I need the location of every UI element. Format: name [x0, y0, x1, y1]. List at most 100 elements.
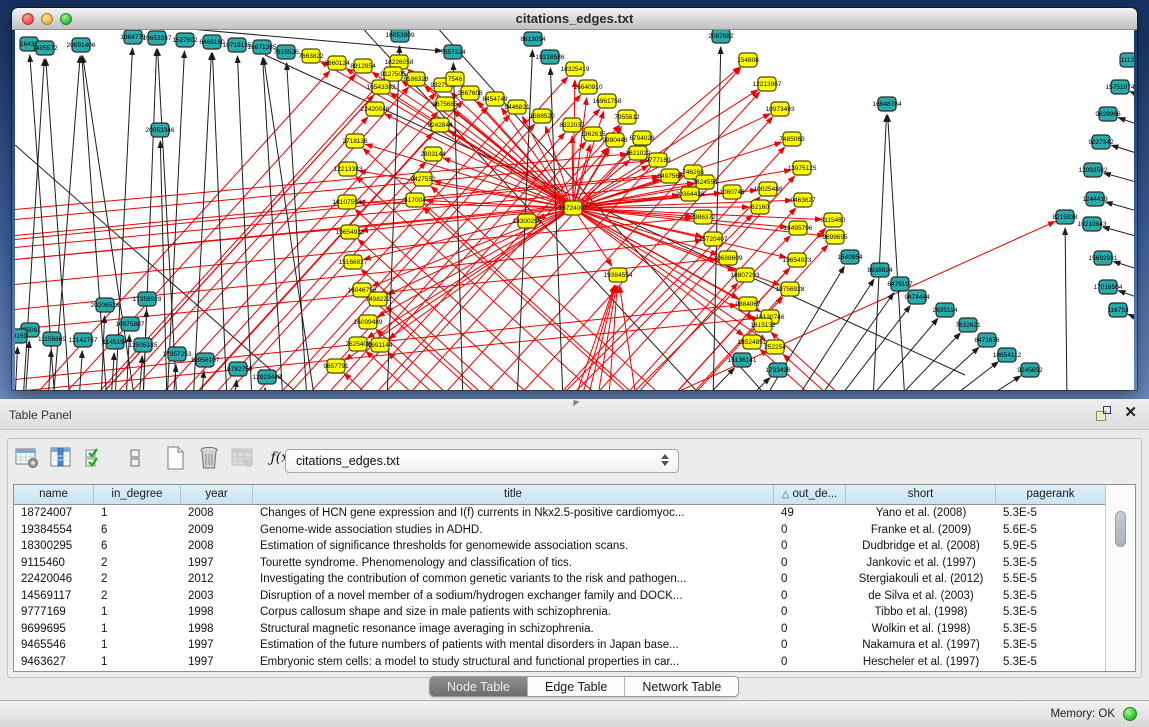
graph-node-label: 10025488 [754, 186, 783, 193]
graph-node-label: 10973493 [766, 106, 795, 113]
graph-edge [46, 350, 51, 390]
graph-node-label: 9777169 [645, 157, 671, 164]
table-row[interactable]: 911546021997Tourette syndrome. Phenomeno… [14, 555, 1135, 572]
table-row[interactable]: 969969511998Structural magnetic resonanc… [14, 621, 1135, 638]
splitter-resize-icon[interactable] [570, 398, 579, 407]
tab-node-table[interactable]: Node Table [430, 677, 527, 696]
column-header-title[interactable]: title [253, 485, 774, 505]
graph-node-label: 11124 [1120, 57, 1134, 64]
table-cell: 1 [94, 654, 181, 671]
table-cell: Changes of HCN gene expression and I(f) … [253, 505, 774, 522]
new-table-icon[interactable] [161, 445, 188, 471]
graph-node-label: 1527602 [172, 37, 198, 44]
window-titlebar[interactable]: citations_edges.txt [12, 8, 1137, 30]
table-row[interactable]: 1456911722003Disruption of a novel membe… [14, 588, 1135, 605]
column-header-name[interactable]: name [14, 485, 94, 505]
graph-node-label: 1691144 [368, 342, 393, 349]
table-row[interactable]: 946554611997Estimation of the future num… [14, 637, 1135, 654]
graph-node-label: 10688609 [714, 255, 743, 262]
citation-network-graph[interactable]: 1643614055722089140618847791065328715276… [15, 30, 1134, 390]
graph-node-label: 2718126 [342, 138, 368, 145]
column-header-pagerank[interactable]: pagerank [996, 485, 1106, 505]
table-row[interactable]: 1872400712008Changes of HCN gene express… [14, 505, 1135, 522]
table-cell: 0 [774, 588, 846, 605]
graph-edge [264, 58, 339, 390]
table-settings-icon[interactable] [13, 445, 40, 471]
graph-edge [1103, 227, 1134, 253]
table-cell: 5.3E-5 [996, 505, 1106, 522]
graph-node-label: 39159 [15, 333, 27, 340]
table-row[interactable]: 1830029562008Estimation of significance … [14, 538, 1135, 555]
graph-edge [35, 101, 463, 390]
table-cell: 2 [94, 571, 181, 588]
node-attribute-table[interactable]: namein_degreeyeartitle△out_de...shortpag… [13, 484, 1136, 672]
table-row[interactable]: 1938455462009Genome-wide association stu… [14, 522, 1135, 539]
column-header-short[interactable]: short [846, 485, 996, 505]
graph-node-label: 7546 [448, 76, 463, 83]
table-cell: Embryonic stem cells: a model to study s… [253, 654, 774, 671]
graph-node-label: 16543382 [367, 84, 396, 91]
memory-ok-indicator [1123, 707, 1137, 721]
table-cell: 1997 [181, 637, 253, 654]
table-column-mode-icon[interactable] [47, 445, 74, 471]
graph-node-label: 6794028 [629, 135, 655, 142]
scrollbar-thumb[interactable] [1115, 511, 1126, 547]
table-type-tabs: Node TableEdge TableNetwork Table [429, 676, 739, 697]
graph-node-label: 18495796 [784, 225, 813, 232]
graph-node-label: 1733426 [765, 367, 791, 374]
table-cell: 1997 [181, 654, 253, 671]
select-rows-icon[interactable] [81, 445, 108, 471]
table-toolbar: ƒ(x) [13, 443, 303, 473]
graph-node-label: 18300295 [513, 218, 542, 225]
table-cell: 5.3E-5 [996, 604, 1106, 621]
graph-node-label: 19654923 [783, 257, 812, 264]
graph-node-label: 8471676 [974, 337, 1000, 344]
table-row[interactable]: 946362711997Embryonic stem cells: a mode… [14, 654, 1135, 671]
table-cell: 0 [774, 637, 846, 654]
table-cell: 1998 [181, 604, 253, 621]
graph-node-label: 1145194 [103, 339, 128, 346]
row-height-icon[interactable] [121, 445, 148, 471]
table-cell: Estimation of the future numbers of pati… [253, 637, 774, 654]
graph-node-label: 7632621 [955, 322, 981, 329]
vertical-scrollbar[interactable] [1105, 485, 1135, 671]
graph-node-label: 2803144 [420, 151, 446, 158]
graph-node-label: 18226058 [385, 59, 414, 66]
table-selector-dropdown[interactable]: citations_edges.txt [285, 449, 679, 473]
column-header-in_degree[interactable]: in_degree [94, 485, 181, 505]
table-cell: Disruption of a novel member of a sodium… [253, 588, 774, 605]
table-cell: Investigating the contribution of common… [253, 571, 774, 588]
tab-network-table[interactable]: Network Table [624, 677, 738, 696]
graph-node-label: 16961758 [593, 98, 622, 105]
graph-node-label: 20891406 [67, 42, 96, 49]
network-view-window[interactable]: citations_edges.txt 16436140557220891406… [12, 8, 1137, 390]
graph-edge [888, 115, 913, 390]
table-cell: 2003 [181, 588, 253, 605]
float-panel-icon[interactable] [1096, 405, 1112, 421]
table-cell: 2008 [181, 505, 253, 522]
tab-edge-table[interactable]: Edge Table [527, 677, 624, 696]
table-cell: 18724007 [14, 505, 94, 522]
import-table-icon[interactable] [229, 445, 256, 471]
table-row[interactable]: 977716911998Corpus callosum shape and si… [14, 604, 1135, 621]
table-row[interactable]: 2242004622012Investigating the contribut… [14, 571, 1135, 588]
column-header-year[interactable]: year [181, 485, 253, 505]
graph-node-label: 15692931 [1089, 255, 1118, 262]
close-panel-icon[interactable]: ✕ [1124, 405, 1137, 421]
network-canvas[interactable]: 1643614055722089140618847791065328715276… [15, 30, 1134, 390]
graph-node-label: 16053809 [386, 32, 415, 39]
column-header-out_de[interactable]: △out_de... [774, 485, 846, 505]
graph-node-label: 12923448 [253, 374, 282, 381]
graph-node-label: 17359928 [133, 296, 162, 303]
table-cell: Stergiakouli et al. (2012) [846, 571, 996, 588]
graph-node-label: 7857224 [440, 49, 466, 56]
delete-table-icon[interactable] [195, 445, 222, 471]
graph-edge [1104, 173, 1134, 199]
table-cell: 5.3E-5 [996, 588, 1106, 605]
graph-edge [573, 80, 575, 208]
graph-node-label: 1588520 [529, 113, 555, 120]
table-cell: Jankovic et al. (1997) [846, 555, 996, 572]
table-cell: 6 [94, 538, 181, 555]
graph-node-label: 9227342 [1088, 139, 1114, 146]
graph-node-label: 3675685 [432, 101, 458, 108]
